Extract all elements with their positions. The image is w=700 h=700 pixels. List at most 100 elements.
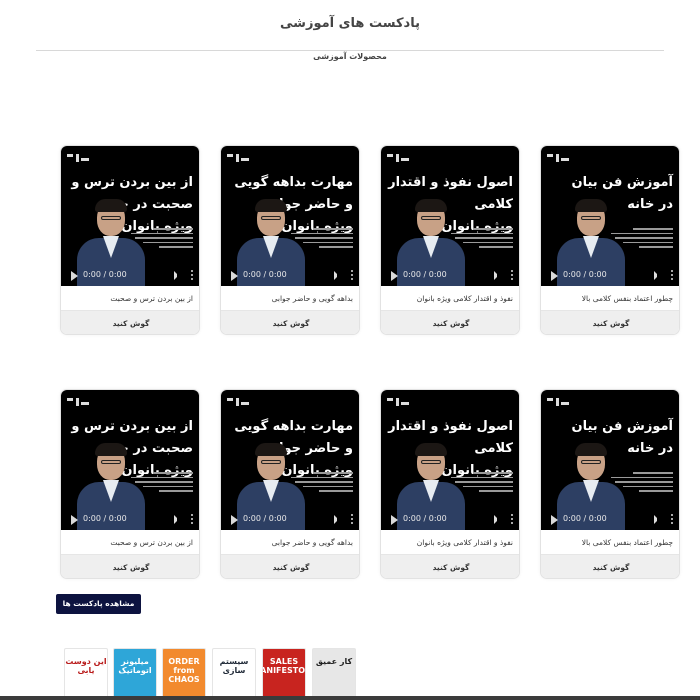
volume-icon[interactable] <box>334 515 343 524</box>
player-time: 0:00 / 0:00 <box>403 270 447 279</box>
podcast-caption: از بین بردن ترس و صحبت <box>110 538 193 547</box>
more-options-icon[interactable] <box>671 514 674 525</box>
volume-icon[interactable] <box>174 515 183 524</box>
audio-player[interactable]: 0:00 / 0:00 <box>381 266 519 286</box>
listen-button[interactable]: گوش کنید <box>381 310 519 334</box>
podcast-caption: نفوذ و اقتدار کلامی ویژه بانوان <box>416 294 513 303</box>
audio-player[interactable]: 0:00 / 0:00 <box>541 266 679 286</box>
podcast-cover-image: آموزش فن بیان در خانه 0:00 / 0:00 <box>541 390 679 530</box>
more-options-icon[interactable] <box>351 514 354 525</box>
podcast-card: از بین بردن ترس و صحبت در جمع ویژه بانوان … <box>60 145 200 335</box>
audio-player[interactable]: 0:00 / 0:00 <box>61 510 199 530</box>
cover-description-lines <box>129 228 193 251</box>
audio-player[interactable]: 0:00 / 0:00 <box>541 510 679 530</box>
player-time: 0:00 / 0:00 <box>243 514 287 523</box>
podcast-card: از بین بردن ترس و صحبت در جمع ویژه بانوان … <box>60 389 200 579</box>
brand-logo-icon <box>387 152 409 166</box>
podcast-cover-image: از بین بردن ترس و صحبت در جمع ویژه بانوان … <box>61 146 199 286</box>
listen-button[interactable]: گوش کنید <box>61 554 199 578</box>
podcast-caption: نفوذ و اقتدار کلامی ویژه بانوان <box>416 538 513 547</box>
cover-title-line: آموزش فن بیان <box>571 175 673 190</box>
more-options-icon[interactable] <box>351 270 354 281</box>
play-icon[interactable] <box>391 515 398 525</box>
book-cover[interactable]: ORDER from CHAOS <box>162 648 206 700</box>
book-cover[interactable]: سیستم سازی <box>212 648 256 700</box>
cover-title-line: از بین بردن ترس و <box>71 175 193 190</box>
brand-logo-icon <box>547 152 569 166</box>
player-time: 0:00 / 0:00 <box>403 514 447 523</box>
book-cover[interactable]: این دوست یابی <box>64 648 108 700</box>
book-cover[interactable]: SALES MANIFESTO <box>262 648 306 700</box>
cover-description-lines <box>129 472 193 495</box>
book-title: SALES MANIFESTO <box>263 657 305 675</box>
cover-description-lines <box>609 228 673 251</box>
more-options-icon[interactable] <box>511 514 514 525</box>
podcast-caption: چطور اعتماد بنفس کلامی بالا <box>581 294 673 303</box>
audio-player[interactable]: 0:00 / 0:00 <box>61 266 199 286</box>
page-title: پادکست های آموزشی <box>280 16 420 31</box>
brand-logo-icon <box>387 396 409 410</box>
podcast-caption: بداهه گویی و حاضر جوابی <box>271 538 353 547</box>
book-title: این دوست یابی <box>65 657 107 675</box>
book-cover[interactable]: کار عمیق <box>312 648 356 700</box>
brand-logo-icon <box>547 396 569 410</box>
cover-title-line: آموزش فن بیان <box>571 419 673 434</box>
volume-icon[interactable] <box>654 271 663 280</box>
play-icon[interactable] <box>71 271 78 281</box>
play-icon[interactable] <box>231 515 238 525</box>
book-title: میلیونر اتوماتیک <box>118 657 152 675</box>
more-options-icon[interactable] <box>511 270 514 281</box>
podcast-card: آموزش فن بیان در خانه 0:00 / 0:00 چطور اع… <box>540 145 680 335</box>
cover-title-line: از بین بردن ترس و <box>71 419 193 434</box>
cover-description-lines <box>289 472 353 495</box>
brand-logo-icon <box>67 396 89 410</box>
play-icon[interactable] <box>391 271 398 281</box>
podcast-caption: بداهه گویی و حاضر جوابی <box>271 294 353 303</box>
cover-description-lines <box>449 228 513 251</box>
listen-button[interactable]: گوش کنید <box>381 554 519 578</box>
book-cover[interactable]: میلیونر اتوماتیک <box>113 648 157 700</box>
audio-player[interactable]: 0:00 / 0:00 <box>381 510 519 530</box>
listen-button[interactable]: گوش کنید <box>541 554 679 578</box>
audio-player[interactable]: 0:00 / 0:00 <box>221 266 359 286</box>
volume-icon[interactable] <box>654 515 663 524</box>
listen-button[interactable]: گوش کنید <box>221 554 359 578</box>
podcast-cover-image: مهارت بداهه گویی و حاضر جوابی ویژه بانوان… <box>221 390 359 530</box>
listen-button[interactable]: گوش کنید <box>541 310 679 334</box>
cover-description-lines <box>289 228 353 251</box>
volume-icon[interactable] <box>334 271 343 280</box>
more-options-icon[interactable] <box>671 270 674 281</box>
volume-icon[interactable] <box>494 271 503 280</box>
more-options-icon[interactable] <box>191 270 194 281</box>
play-icon[interactable] <box>551 515 558 525</box>
podcast-caption: چطور اعتماد بنفس کلامی بالا <box>581 538 673 547</box>
play-icon[interactable] <box>231 271 238 281</box>
volume-icon[interactable] <box>174 271 183 280</box>
podcast-cover-image: اصول نفوذ و اقتدار کلامی ویژه بانوان 0:00… <box>381 146 519 286</box>
podcast-cover-image: اصول نفوذ و اقتدار کلامی ویژه بانوان 0:00… <box>381 390 519 530</box>
podcast-cover-image: از بین بردن ترس و صحبت در جمع ویژه بانوان … <box>61 390 199 530</box>
book-title: کار عمیق <box>315 657 353 666</box>
play-icon[interactable] <box>551 271 558 281</box>
volume-icon[interactable] <box>494 515 503 524</box>
cover-description-lines <box>609 472 673 495</box>
player-time: 0:00 / 0:00 <box>83 270 127 279</box>
listen-button[interactable]: گوش کنید <box>221 310 359 334</box>
footer-bar <box>0 696 700 700</box>
podcast-card: مهارت بداهه گویی و حاضر جوابی ویژه بانوان… <box>220 389 360 579</box>
podcast-card: مهارت بداهه گویی و حاضر جوابی ویژه بانوان… <box>220 145 360 335</box>
cover-description-lines <box>449 472 513 495</box>
listen-button[interactable]: گوش کنید <box>61 310 199 334</box>
more-options-icon[interactable] <box>191 514 194 525</box>
brand-logo-icon <box>227 152 249 166</box>
brand-logo-icon <box>67 152 89 166</box>
player-time: 0:00 / 0:00 <box>83 514 127 523</box>
podcast-card: آموزش فن بیان در خانه 0:00 / 0:00 چطور اع… <box>540 389 680 579</box>
player-time: 0:00 / 0:00 <box>563 270 607 279</box>
podcast-cover-image: مهارت بداهه گویی و حاضر جوابی ویژه بانوان… <box>221 146 359 286</box>
player-time: 0:00 / 0:00 <box>243 270 287 279</box>
view-podcasts-button[interactable]: مشاهده پادکست ها <box>56 594 141 614</box>
audio-player[interactable]: 0:00 / 0:00 <box>221 510 359 530</box>
play-icon[interactable] <box>71 515 78 525</box>
podcast-caption: از بین بردن ترس و صحبت <box>110 294 193 303</box>
